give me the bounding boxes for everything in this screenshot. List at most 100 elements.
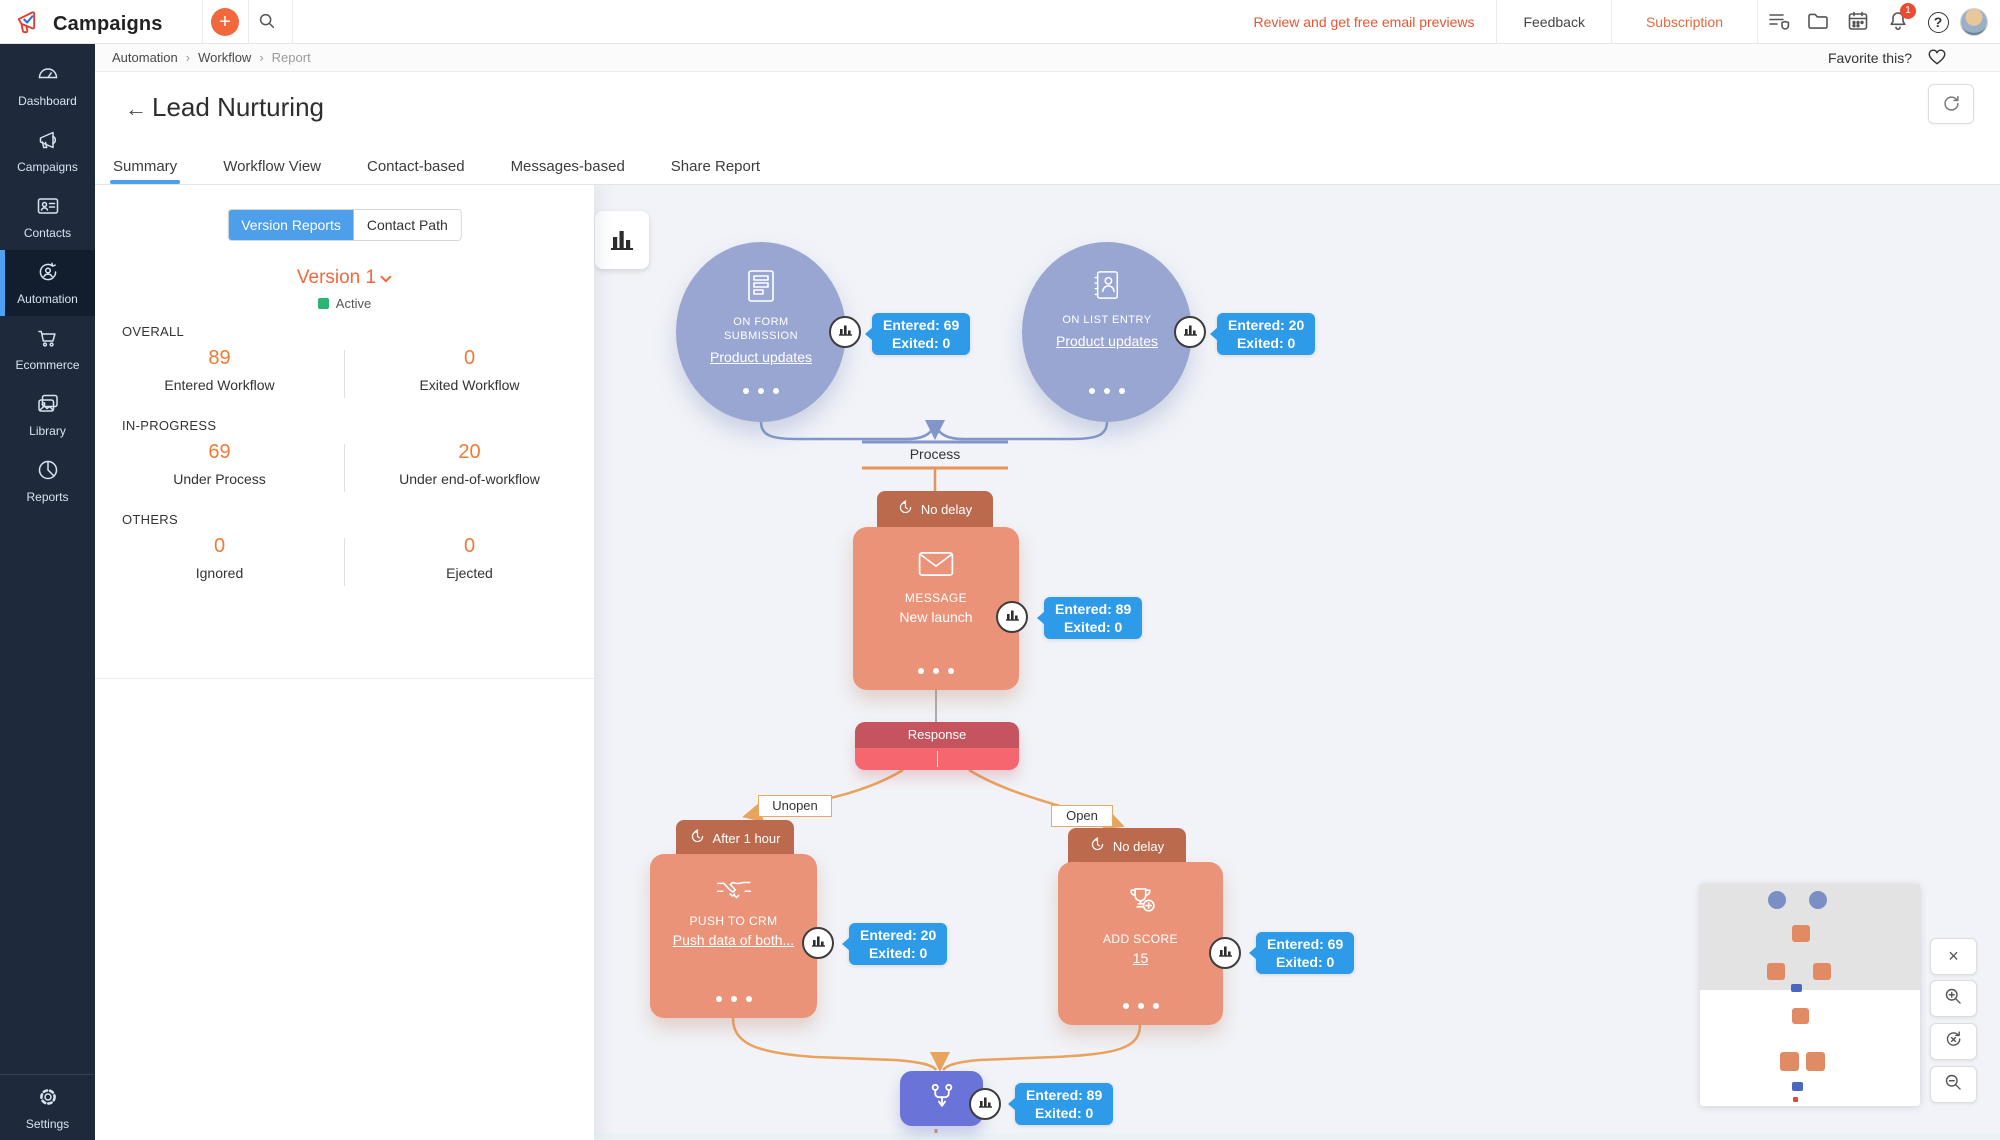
node-add-score[interactable]: ADD SCORE 15 (1058, 862, 1223, 1025)
refresh-icon (1940, 92, 1962, 117)
node-stats-badge[interactable] (996, 601, 1028, 633)
sidebar-item-ecommerce[interactable]: Ecommerce (0, 316, 95, 382)
sidebar-item-dashboard[interactable]: Dashboard (0, 52, 95, 118)
help-button[interactable]: ? (1918, 0, 1958, 44)
folder-button[interactable] (1798, 0, 1838, 44)
favorite-this-label: Favorite this? (1827, 49, 1912, 66)
feedback-link[interactable]: Feedback (1497, 14, 1610, 30)
breadcrumb-workflow[interactable]: Workflow (198, 50, 251, 65)
exited-count: Exited: 0 (891, 335, 951, 351)
node-stats-badge[interactable] (829, 316, 861, 348)
create-new-button[interactable]: + (211, 8, 239, 36)
sidebar-label: Settings (25, 1116, 70, 1131)
mini-bar-chart-icon (838, 323, 853, 341)
node-name-link[interactable]: Product updates (676, 349, 846, 365)
user-avatar[interactable] (1960, 8, 1988, 36)
node-menu-dots[interactable] (1022, 388, 1192, 394)
minimap-node (1792, 1082, 1803, 1091)
search-button[interactable] (256, 10, 278, 35)
node-on-form-submission[interactable]: ON FORM SUBMISSION Product updates (676, 242, 846, 422)
back-button[interactable]: ← (125, 96, 147, 122)
node-type-label: MESSAGE (904, 591, 968, 605)
tab-messages-based[interactable]: Messages-based (511, 148, 625, 184)
entered-count: Entered: 89 (1055, 601, 1132, 617)
status-label: Active (335, 296, 372, 311)
review-previews-link[interactable]: Review and get free email previews (1231, 14, 1496, 30)
mini-bar-chart-icon (1005, 608, 1020, 626)
status-dot (317, 298, 329, 309)
node-menu-dots[interactable] (676, 388, 846, 394)
summary-chart-button[interactable] (595, 211, 649, 269)
notifications-button[interactable]: 1 (1878, 0, 1918, 44)
node-type-label: ADD SCORE (1103, 932, 1178, 946)
stat-value: 89 (208, 347, 231, 369)
exited-count: Exited: 0 (1236, 335, 1296, 351)
version-summary-panel: Version Reports Contact Path Version 1 A… (95, 185, 594, 1140)
reset-zoom-button[interactable] (1930, 1023, 1977, 1060)
stat-exited-workflow: 0 Exited Workflow (345, 347, 594, 401)
sidebar-item-reports[interactable]: Reports (0, 448, 95, 514)
stat-value: 0 (463, 535, 476, 557)
node-push-to-crm[interactable]: PUSH TO CRM Push data of both... (650, 854, 817, 1018)
app-logo[interactable]: Campaigns (14, 7, 163, 42)
node-name-link[interactable]: 15 (1058, 950, 1223, 966)
minimap-node (1813, 963, 1831, 980)
exited-count: Exited: 0 (1063, 619, 1123, 635)
version-dropdown[interactable]: Version 1 (95, 267, 594, 289)
stat-value: 0 (213, 535, 226, 557)
topbar-separator (292, 0, 293, 44)
tab-summary[interactable]: Summary (109, 148, 181, 184)
sidebar-item-campaigns[interactable]: Campaigns (0, 118, 95, 184)
topbar: Campaigns + Review and get free email pr… (0, 0, 2000, 44)
heart-icon[interactable] (1926, 46, 1948, 69)
calendar-button[interactable] (1838, 0, 1878, 44)
sidebar-label: Dashboard (18, 94, 77, 108)
clock-history-icon (1090, 837, 1105, 855)
node-stats-badge[interactable] (802, 927, 834, 959)
refresh-button[interactable] (1928, 84, 1974, 124)
version-reports-toggle[interactable]: Version Reports (228, 210, 354, 240)
stats-tooltip: Entered: 69 Exited: 0 (864, 313, 971, 355)
delay-badge-no-delay[interactable]: No delay (877, 491, 993, 531)
node-stats-badge[interactable] (969, 1088, 1001, 1120)
sidebar-label: Campaigns (17, 160, 78, 174)
sidebar-item-settings[interactable]: Settings (0, 1074, 95, 1140)
node-name-link[interactable]: Push data of both... (650, 932, 817, 948)
contact-path-toggle[interactable]: Contact Path (353, 210, 461, 240)
node-stats-badge[interactable] (1174, 316, 1206, 348)
node-menu-dots[interactable] (853, 668, 1019, 674)
node-menu-dots[interactable] (1058, 1003, 1223, 1009)
stats-tooltip: Entered: 20 Exited: 0 (1209, 313, 1316, 355)
node-stats-badge[interactable] (1209, 937, 1241, 969)
zoom-out-button[interactable] (1930, 1066, 1977, 1103)
zoom-in-button[interactable] (1930, 980, 1977, 1017)
tab-share-report[interactable]: Share Report (671, 148, 760, 184)
delay-label: No delay (920, 501, 973, 517)
sidebar-item-contacts[interactable]: Contacts (0, 184, 95, 250)
stat-label: Ignored (195, 565, 244, 581)
breadcrumb-report: Report (271, 50, 311, 65)
node-message[interactable]: MESSAGE New launch (853, 527, 1019, 690)
tab-workflow-view[interactable]: Workflow View (223, 148, 321, 184)
queue-list-button[interactable] (1758, 0, 1798, 44)
breadcrumb-automation[interactable]: Automation (112, 50, 178, 65)
sidebar-item-automation[interactable]: Automation (0, 250, 95, 316)
stats-tooltip: Entered: 20 Exited: 0 (841, 923, 948, 965)
minimap[interactable] (1700, 884, 1920, 1106)
node-name-link[interactable]: Product updates (1022, 333, 1192, 349)
version-label: Version 1 (296, 267, 377, 288)
minimap-close-button[interactable]: × (1930, 938, 1977, 975)
node-menu-dots[interactable] (650, 996, 817, 1002)
minimap-node (1792, 925, 1810, 942)
node-on-list-entry[interactable]: ON LIST ENTRY Product updates (1022, 242, 1192, 422)
subscription-link[interactable]: Subscription (1612, 14, 1757, 30)
breadcrumb-separator-icon: › (185, 50, 191, 65)
stats-tooltip: Entered: 69 Exited: 0 (1248, 932, 1355, 974)
sidebar-item-library[interactable]: Library (0, 382, 95, 448)
node-response[interactable]: Response (855, 722, 1019, 770)
panel-divider (95, 678, 594, 679)
tab-contact-based[interactable]: Contact-based (367, 148, 465, 184)
process-label: Process (909, 446, 961, 462)
report-tabs: Summary Workflow View Contact-based Mess… (95, 148, 2000, 185)
pie-chart-icon (35, 458, 61, 485)
